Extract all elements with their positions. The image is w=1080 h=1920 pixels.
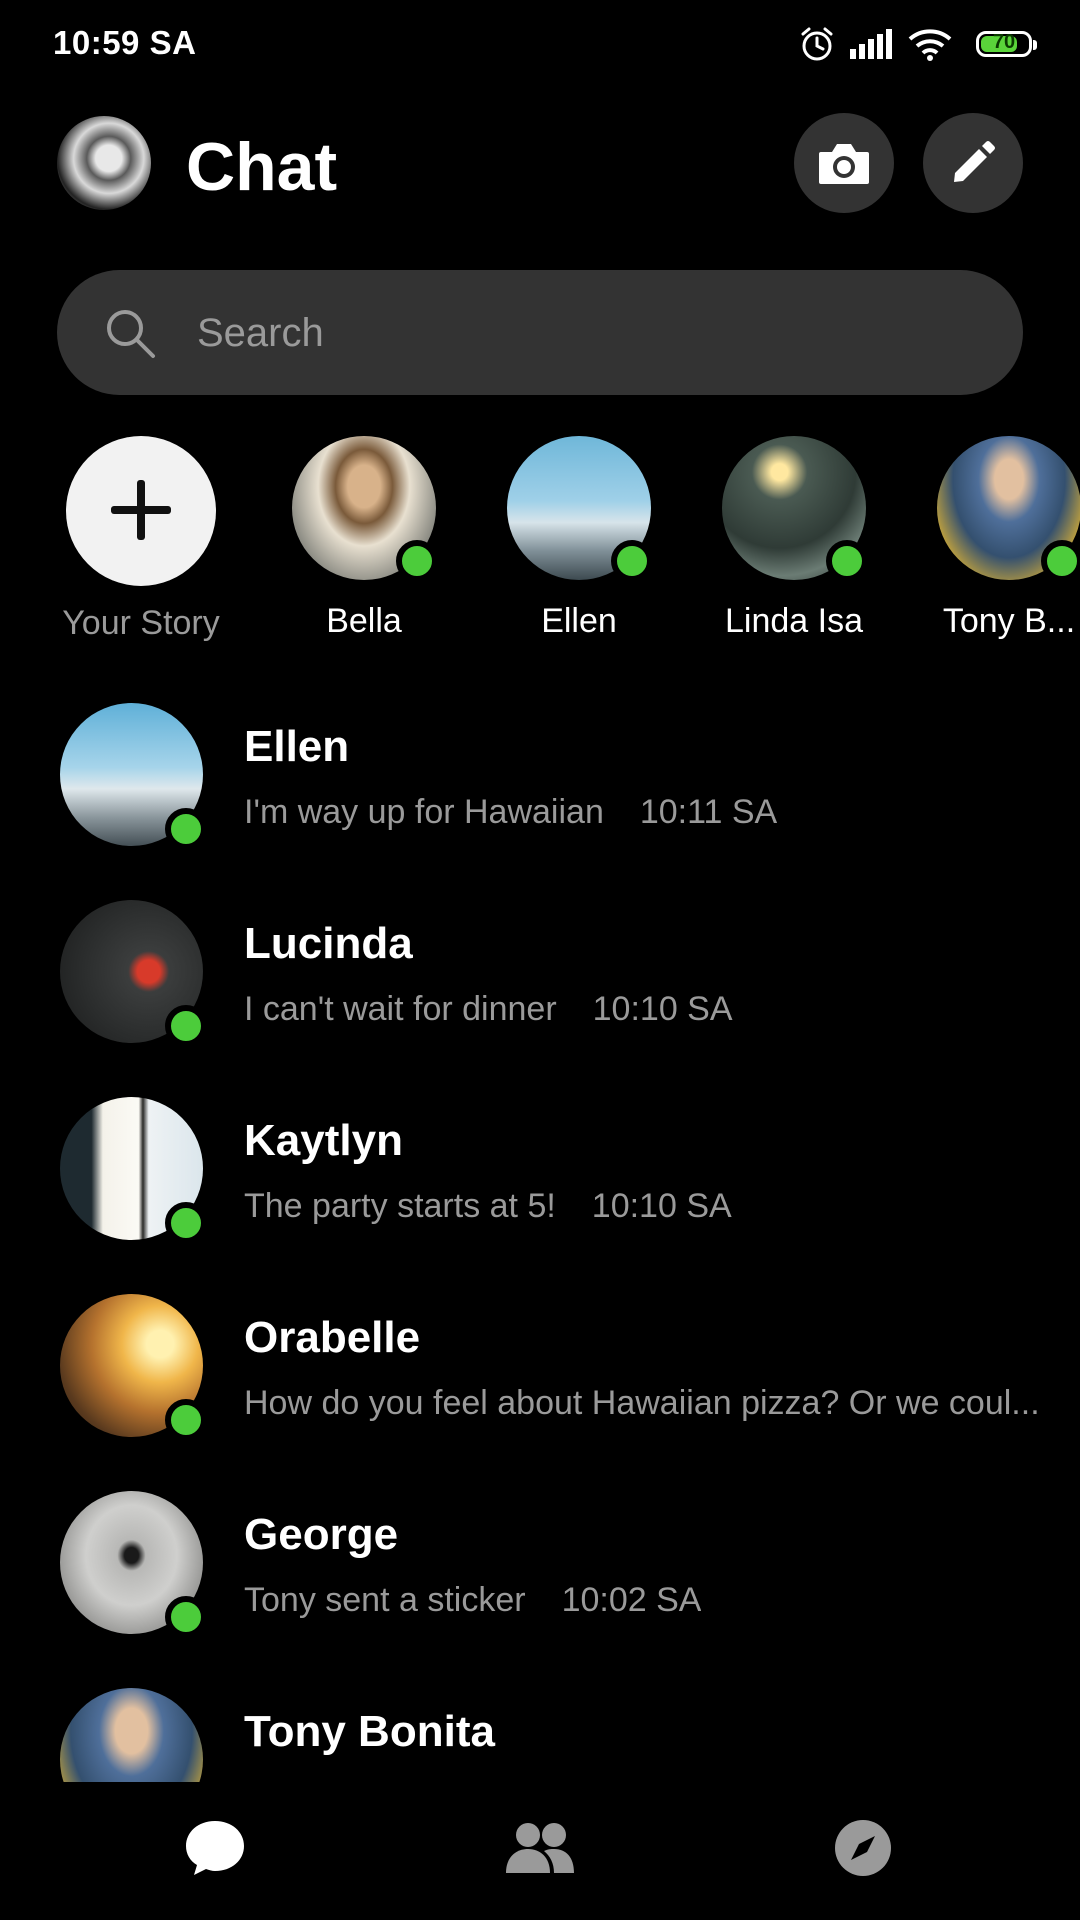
- camera-icon: [819, 144, 869, 184]
- story-name: Bella: [326, 602, 402, 640]
- chat-name: Tony Bonita: [244, 1707, 495, 1756]
- chat-name: George: [244, 1510, 399, 1559]
- search-bar[interactable]: [57, 270, 1023, 397]
- chat-item-tony-bonita[interactable]: Tony Bonita: [0, 1685, 1080, 1782]
- bottom-nav: [0, 1782, 1080, 1920]
- nav-chats[interactable]: [160, 1798, 270, 1898]
- online-indicator: [165, 1202, 207, 1244]
- add-story-button[interactable]: [66, 436, 216, 586]
- camera-button[interactable]: [794, 113, 894, 213]
- chat-preview: Tony sent a sticker 10:02 SA: [244, 1581, 701, 1620]
- chat-message: I'm way up for Hawaiian: [244, 793, 604, 831]
- online-indicator: [165, 1005, 207, 1047]
- online-indicator: [165, 808, 207, 850]
- nav-discover[interactable]: [808, 1798, 918, 1898]
- chat-preview: The party starts at 5! 10:10 SA: [244, 1187, 732, 1226]
- story-name: Your Story: [62, 604, 220, 642]
- chat-message: How do you feel about Hawaiian pizza? Or…: [244, 1384, 1040, 1422]
- compose-button[interactable]: [923, 113, 1023, 213]
- story-name: Linda Isa: [725, 602, 863, 640]
- story-bella[interactable]: Bella: [264, 436, 464, 641]
- battery-level: 70: [992, 31, 1016, 53]
- battery-icon: 70: [976, 31, 1037, 57]
- status-icons: 70: [798, 24, 1037, 64]
- chat-item-lucinda[interactable]: Lucinda I can't wait for dinner 10:10 SA: [0, 897, 1080, 1094]
- online-indicator: [396, 540, 438, 582]
- story-ellen[interactable]: Ellen: [479, 436, 679, 641]
- chat-item-george[interactable]: George Tony sent a sticker 10:02 SA: [0, 1488, 1080, 1685]
- header: Chat: [0, 110, 1080, 220]
- chat-message: Tony sent a sticker: [244, 1581, 526, 1619]
- chat-message: I can't wait for dinner: [244, 990, 557, 1028]
- chat-time: 10:02 SA: [561, 1581, 702, 1619]
- story-your-story[interactable]: Your Story: [41, 436, 241, 643]
- alarm-icon: [801, 27, 833, 61]
- online-indicator: [611, 540, 653, 582]
- stories-row: Your Story Bella Ellen Linda Isa Tony B.…: [0, 436, 1080, 656]
- story-linda-isa[interactable]: Linda Isa: [694, 436, 894, 641]
- nav-people[interactable]: [485, 1798, 595, 1898]
- discover-icon: [835, 1820, 891, 1876]
- online-indicator: [826, 540, 868, 582]
- compose-icon: [954, 141, 995, 182]
- status-time: 10:59 SA: [53, 24, 197, 61]
- chat-name: Kaytlyn: [244, 1116, 403, 1165]
- people-icon: [506, 1823, 574, 1873]
- search-input[interactable]: [195, 270, 979, 397]
- chat-message: The party starts at 5!: [244, 1187, 556, 1225]
- chat-list: Ellen I'm way up for Hawaiian 10:11 SA Lu…: [0, 700, 1080, 1782]
- chat-name: Ellen: [244, 722, 350, 771]
- story-tony[interactable]: Tony B...: [909, 436, 1080, 641]
- chat-item-kaytlyn[interactable]: Kaytlyn The party starts at 5! 10:10 SA: [0, 1094, 1080, 1291]
- chat-preview: I can't wait for dinner 10:10 SA: [244, 990, 733, 1029]
- chat-avatar: [60, 1688, 203, 1782]
- status-bar: 10:59 SA 70: [0, 0, 1080, 90]
- online-indicator: [165, 1399, 207, 1441]
- chat-time: 10:11 SA: [639, 793, 778, 831]
- chat-icon: [186, 1821, 244, 1875]
- page-title: Chat: [186, 129, 338, 205]
- chat-item-ellen[interactable]: Ellen I'm way up for Hawaiian 10:11 SA: [0, 700, 1080, 897]
- chat-time: 10:10 SA: [592, 990, 733, 1028]
- profile-avatar[interactable]: [57, 116, 151, 210]
- chat-time: 10:10 SA: [591, 1187, 732, 1225]
- chat-item-orabelle[interactable]: Orabelle How do you feel about Hawaiian …: [0, 1291, 1080, 1488]
- chat-preview: I'm way up for Hawaiian 10:11 SA: [244, 793, 777, 832]
- story-name: Ellen: [541, 602, 617, 640]
- wifi-icon: [908, 29, 952, 61]
- chat-name: Orabelle: [244, 1313, 421, 1362]
- signal-icon: [850, 29, 892, 59]
- story-name: Tony B...: [942, 602, 1076, 640]
- online-indicator: [165, 1596, 207, 1638]
- chat-preview: How do you feel about Hawaiian pizza? Or…: [244, 1384, 1040, 1423]
- online-indicator: [1041, 540, 1080, 582]
- search-icon: [107, 310, 155, 358]
- chat-name: Lucinda: [244, 919, 413, 968]
